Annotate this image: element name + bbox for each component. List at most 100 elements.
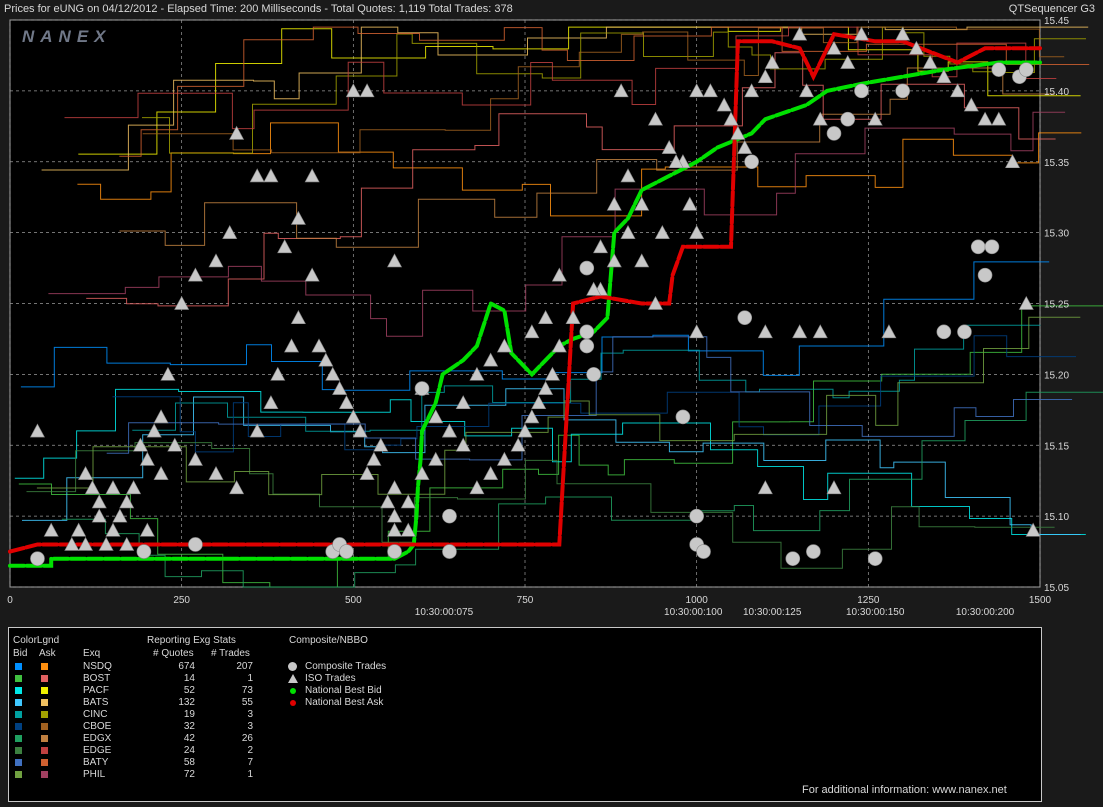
legend-panel: ColorLgnd Bid Ask Exq Reporting Exg Stat… <box>8 627 1042 802</box>
legend-bid-header: Bid <box>13 648 28 659</box>
bid-color-swatch <box>15 747 22 754</box>
x-tick-label: 1250 <box>857 595 880 606</box>
bid-color-swatch <box>15 723 22 730</box>
composite-trade-marker <box>689 508 704 524</box>
ask-color-swatch <box>41 723 48 730</box>
composite-trade-marker <box>867 551 883 566</box>
x-tick-label: 1000 <box>686 595 709 606</box>
composite-trade-marker <box>936 324 952 340</box>
exchange-trades: 55 <box>241 697 253 708</box>
composite-trade-marker <box>188 537 203 552</box>
y-tick-label: 15.40 <box>1044 87 1069 98</box>
ask-color-swatch <box>41 759 48 766</box>
composite-trade-marker <box>414 381 430 396</box>
legend-colorlgnd: ColorLgnd <box>13 635 60 646</box>
y-tick-label: 15.20 <box>1044 370 1069 381</box>
x-tick-label: 750 <box>517 595 534 606</box>
nanex-watermark: NANEX <box>22 27 112 46</box>
composite-trade-marker <box>826 126 842 141</box>
exchange-name: NSDQ <box>83 661 112 672</box>
composite-trade-marker <box>806 544 821 559</box>
composite-trade-marker <box>579 260 595 276</box>
legend-exq-header: Exq <box>83 648 101 659</box>
legend-composite-title: Composite/NBBO <box>289 635 368 646</box>
ask-color-swatch <box>41 699 48 706</box>
time-tick-label: 10:30:00:200 <box>956 607 1015 618</box>
marker-legend-label: National Best Bid <box>305 685 382 696</box>
composite-trade-marker <box>442 508 457 524</box>
exchange-trades: 2 <box>247 745 253 756</box>
exchange-name: EDGX <box>83 733 112 744</box>
x-tick-label: 1500 <box>1029 595 1052 606</box>
composite-trade-marker <box>696 544 711 559</box>
exchange-trades: 3 <box>247 709 253 720</box>
ask-color-swatch <box>41 747 48 754</box>
exchange-trades: 3 <box>247 721 253 732</box>
time-tick-label: 10:30:00:075 <box>415 607 474 618</box>
x-tick-label: 500 <box>345 595 362 606</box>
exchange-name: CINC <box>83 709 108 720</box>
exchange-quotes: 72 <box>183 769 195 780</box>
composite-trade-marker <box>854 83 869 99</box>
time-tick-label: 10:30:00:125 <box>743 607 802 618</box>
exchange-name: BATY <box>83 757 109 768</box>
y-tick-label: 15.10 <box>1044 512 1069 523</box>
exchange-quotes: 32 <box>183 721 195 732</box>
bid-color-swatch <box>15 687 22 694</box>
bid-color-swatch <box>15 675 22 682</box>
y-tick-label: 15.05 <box>1044 583 1069 594</box>
y-tick-label: 15.35 <box>1044 158 1069 169</box>
legend-stats-title: Reporting Exg Stats <box>147 635 236 646</box>
exchange-name: BATS <box>83 697 109 708</box>
exchange-trades: 207 <box>236 661 253 672</box>
composite-trade-marker <box>30 551 45 566</box>
exchange-trades: 73 <box>241 685 253 696</box>
bid-color-swatch <box>15 699 22 706</box>
exchange-quotes: 19 <box>183 709 195 720</box>
exchange-name: EDGE <box>83 745 112 756</box>
y-tick-label: 15.25 <box>1044 300 1069 311</box>
composite-trade-marker <box>586 367 601 382</box>
composite-trade-marker <box>1018 62 1034 77</box>
dot-legend-icon <box>290 700 296 706</box>
dot-legend-icon <box>290 688 296 694</box>
marker-legend-label: ISO Trades <box>305 673 356 684</box>
composite-trade-marker <box>744 154 759 170</box>
x-tick-label: 250 <box>173 595 190 606</box>
y-tick-label: 15.30 <box>1044 229 1069 240</box>
exchange-quotes: 674 <box>178 661 195 672</box>
ask-color-swatch <box>41 735 48 742</box>
price-chart: 15.05 15.10 15.15 15.20 15.25 15.30 15.35 15.40… <box>7 16 1103 618</box>
bid-color-swatch <box>15 759 22 766</box>
exchange-quotes: 24 <box>183 745 195 756</box>
marker-legend-label: Composite Trades <box>305 661 387 672</box>
composite-trade-marker <box>339 544 354 559</box>
legend-trades-header: # Trades <box>211 648 250 659</box>
composite-trade-marker <box>675 409 691 425</box>
composite-trade-marker <box>579 338 595 354</box>
ask-color-swatch <box>41 771 48 778</box>
time-tick-label: 10:30:00:150 <box>846 607 905 618</box>
composite-trade-marker <box>579 324 595 340</box>
ask-color-swatch <box>41 675 48 682</box>
legend-ask-header: Ask <box>39 648 56 659</box>
composite-trade-marker <box>991 62 1007 77</box>
bid-color-swatch <box>15 663 22 670</box>
ask-color-swatch <box>41 663 48 670</box>
composite-trade-marker <box>970 239 986 255</box>
circle-legend-icon <box>288 662 297 671</box>
exchange-trades: 26 <box>241 733 253 744</box>
bid-color-swatch <box>15 771 22 778</box>
ask-color-swatch <box>41 687 48 694</box>
composite-trade-marker <box>737 310 753 325</box>
x-tick-label: 0 <box>7 595 13 606</box>
composite-trade-marker <box>136 544 152 559</box>
composite-trade-marker <box>984 239 1000 255</box>
triangle-legend-icon <box>288 674 298 683</box>
exchange-name: PHIL <box>83 769 106 780</box>
composite-trade-marker <box>977 267 993 283</box>
ask-color-swatch <box>41 711 48 718</box>
exchange-trades: 1 <box>247 769 253 780</box>
footer-link[interactable]: For additional information: www.nanex.ne… <box>802 784 1007 796</box>
composite-trade-marker <box>785 551 801 566</box>
